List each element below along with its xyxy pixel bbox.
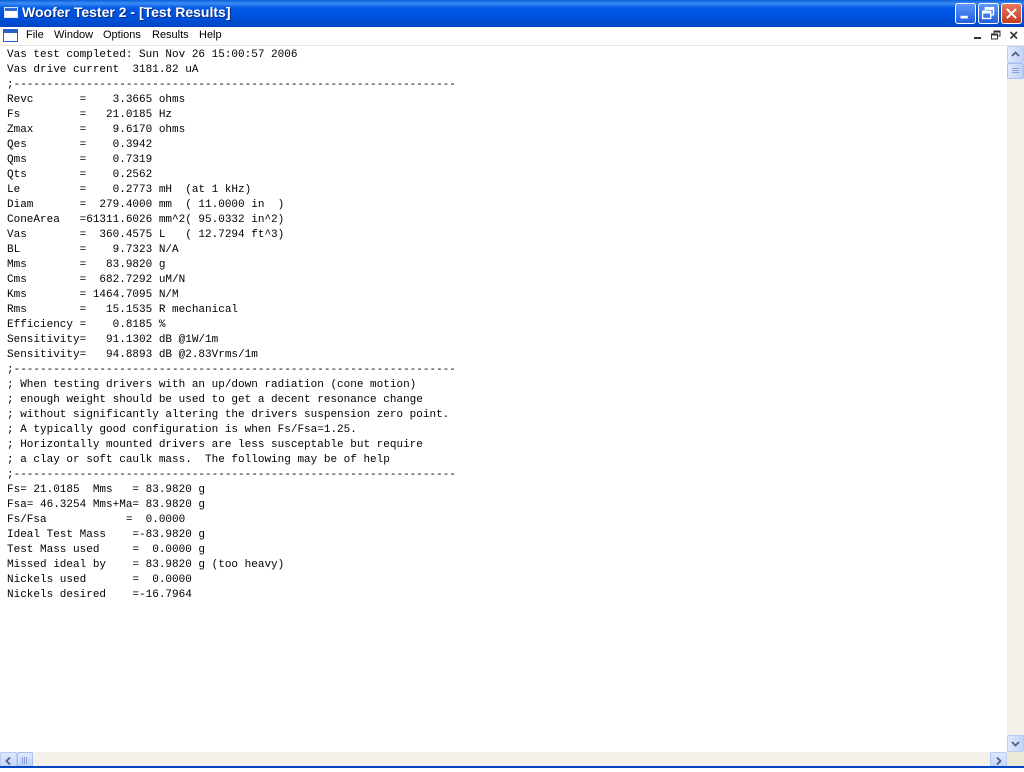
chevron-down-icon [1011,741,1020,747]
report-line: ; without significantly altering the dri… [7,409,450,421]
report-line: Zmax = 9.6170 ohms [7,124,186,136]
report-line: Rms = 15.1535 R mechanical [7,304,239,316]
scroll-down-button[interactable] [1007,735,1024,752]
restore-icon [981,6,995,20]
report-line: Revc = 3.3665 ohms [7,94,186,106]
report-line: Qms = 0.7319 [7,154,153,166]
report-line: ConeArea =61311.6026 mm^2( 95.0332 in^2) [7,214,285,226]
report-line: ;---------------------------------------… [7,79,456,91]
scroll-up-button[interactable] [1007,46,1024,63]
report-line: Cms = 682.7292 uM/N [7,274,186,286]
report-line: ;---------------------------------------… [7,469,456,481]
report-line: Fsa= 46.3254 Mms+Ma= 83.9820 g [7,499,206,511]
report-line: Efficiency = 0.8185 % [7,319,166,331]
title-bar[interactable]: Woofer Tester 2 - [Test Results] [0,0,1024,27]
menu-file[interactable]: File [23,28,47,43]
report-line: Sensitivity= 94.8893 dB @2.83Vrms/1m [7,349,258,361]
results-text-area[interactable]: Vas test completed: Sun Nov 26 15:00:57 … [0,46,1007,752]
report-line: ; A typically good configuration is when… [7,424,357,436]
report-line: ; When testing drivers with an up/down r… [7,379,417,391]
report-line: Fs= 21.0185 Mms = 83.9820 g [7,484,206,496]
chevron-up-icon [1011,51,1020,57]
report-line: Vas = 360.4575 L ( 12.7294 ft^3) [7,229,285,241]
report-line: Mms = 83.9820 g [7,259,166,271]
report-line: Qes = 0.3942 [7,139,153,151]
close-button[interactable] [1001,3,1022,24]
window-title: Woofer Tester 2 - [Test Results] [22,4,231,20]
vertical-scrollbar[interactable] [1007,46,1024,752]
menu-bar: File Window Options Results Help [0,27,1024,46]
mdi-restore-icon[interactable] [989,29,1003,42]
menu-options[interactable]: Options [100,28,144,43]
report-line: ; enough weight should be used to get a … [7,394,423,406]
report-line: Le = 0.2773 mH (at 1 kHz) [7,184,252,196]
report-line: ; a clay or soft caulk mass. The followi… [7,454,390,466]
report-line: Fs/Fsa = 0.0000 [7,514,186,526]
mdi-close-icon[interactable] [1007,29,1021,42]
report-line: ; Horizontally mounted drivers are less … [7,439,423,451]
close-icon [1006,8,1017,19]
restore-button[interactable] [978,3,999,24]
menu-window[interactable]: Window [51,28,96,43]
vertical-scroll-thumb[interactable] [1007,63,1024,79]
report-line: Missed ideal by = 83.9820 g (too heavy) [7,559,285,571]
report-line: Ideal Test Mass =-83.9820 g [7,529,206,541]
mdi-document-icon[interactable] [3,29,18,42]
report-line: Vas test completed: Sun Nov 26 15:00:57 … [7,49,298,61]
report-line: Qts = 0.2562 [7,169,153,181]
report-line: Diam = 279.4000 mm ( 11.0000 in ) [7,199,285,211]
minimize-button[interactable] [955,3,976,24]
report-line: ;---------------------------------------… [7,364,456,376]
menu-help[interactable]: Help [196,28,225,43]
menu-results[interactable]: Results [149,28,192,43]
report-line: Nickels used = 0.0000 [7,574,192,586]
report-line: Sensitivity= 91.1302 dB @1W/1m [7,334,219,346]
app-icon[interactable] [4,7,18,18]
report-line: BL = 9.7323 N/A [7,244,179,256]
report-line: Vas drive current 3181.82 uA [7,64,199,76]
report-line: Nickels desired =-16.7964 [7,589,192,601]
test-results-report: Vas test completed: Sun Nov 26 15:00:57 … [7,48,456,603]
report-line: Test Mass used = 0.0000 g [7,544,206,556]
minimize-icon [960,15,968,19]
report-line: Kms = 1464.7095 N/M [7,289,179,301]
report-line: Fs = 21.0185 Hz [7,109,173,121]
mdi-minimize-icon[interactable] [971,29,985,42]
